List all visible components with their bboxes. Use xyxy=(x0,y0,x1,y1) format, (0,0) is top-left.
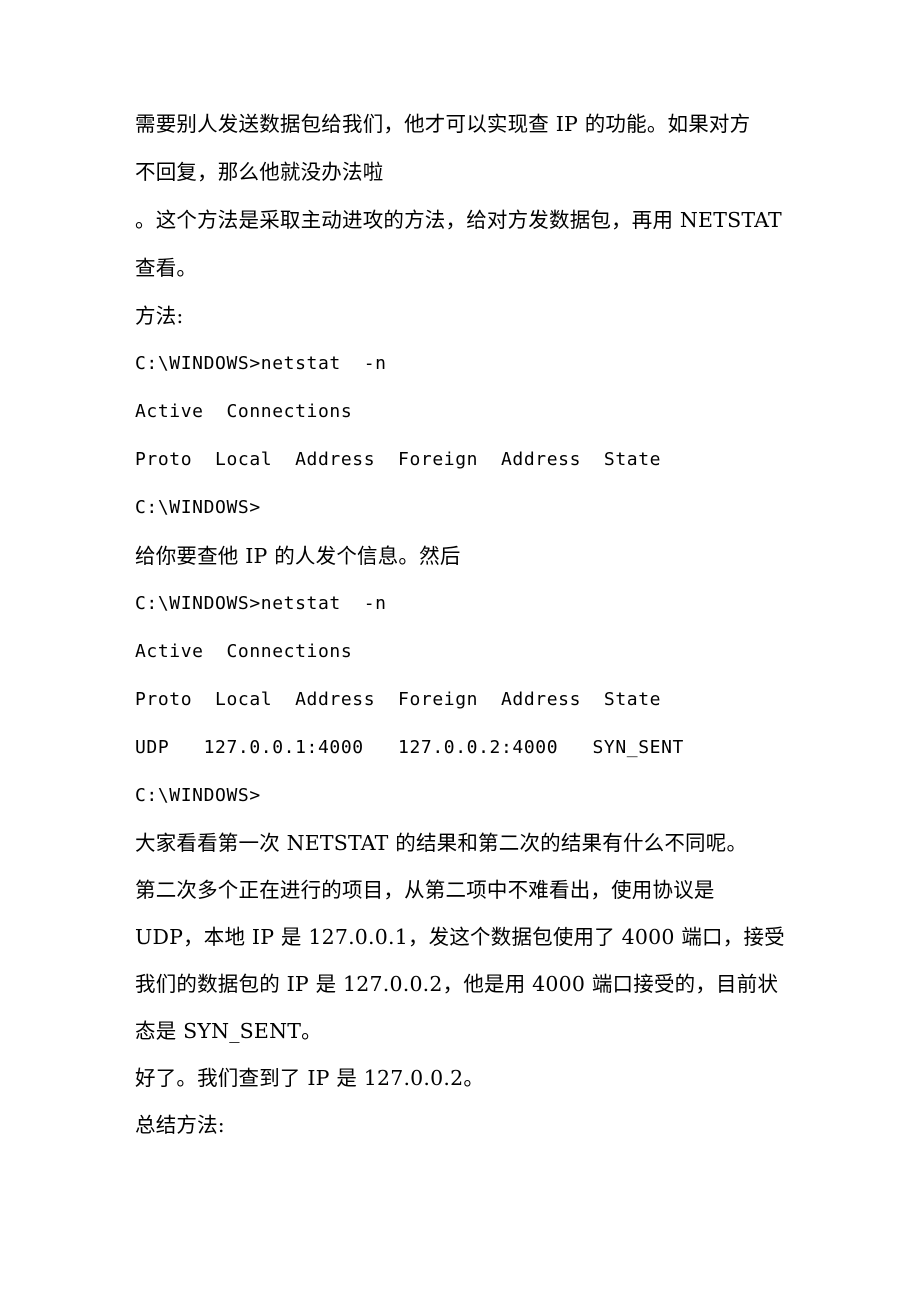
console-banner-line: Active Connections xyxy=(135,401,353,422)
summary-heading: 总结方法: xyxy=(135,1113,225,1137)
console-command-line: C:\WINDOWS>netstat -n xyxy=(135,353,387,374)
paragraph-line: 我们的数据包的 IP 是 127.0.0.2，他是用 4000 端口接受的，目前… xyxy=(135,972,779,996)
paragraph-line: 查看。 xyxy=(135,256,198,280)
paragraph-line: 态是 SYN_SENT。 xyxy=(135,1019,322,1043)
console-banner-line: Active Connections xyxy=(135,641,353,662)
paragraph-line: 第二次多个正在进行的项目，从第二项中不难看出，使用协议是 xyxy=(135,878,715,902)
paragraph-line: 需要别人发送数据包给我们，他才可以实现查 IP 的功能。如果对方 xyxy=(135,112,751,136)
paragraph-line: 不回复，那么他就没办法啦 xyxy=(135,160,384,184)
paragraph-line: 大家看看第一次 NETSTAT 的结果和第二次的结果有什么不同呢。 xyxy=(135,831,748,855)
paragraph-line: 给你要查他 IP 的人发个信息。然后 xyxy=(135,544,461,568)
console-connection-row: UDP 127.0.0.1:4000 127.0.0.2:4000 SYN_SE… xyxy=(135,737,684,758)
paragraph-line: 。这个方法是采取主动进攻的方法，给对方发数据包，再用 NETSTAT xyxy=(135,208,782,232)
console-prompt-line: C:\WINDOWS> xyxy=(135,785,261,806)
document-page: 需要别人发送数据包给我们，他才可以实现查 IP 的功能。如果对方 不回复，那么他… xyxy=(0,0,920,1302)
document-body: 需要别人发送数据包给我们，他才可以实现查 IP 的功能。如果对方 不回复，那么他… xyxy=(135,100,795,1149)
console-command-line: C:\WINDOWS>netstat -n xyxy=(135,593,387,614)
console-column-header-line: Proto Local Address Foreign Address Stat… xyxy=(135,449,662,470)
paragraph-line: 好了。我们查到了 IP 是 127.0.0.2。 xyxy=(135,1066,485,1090)
paragraph-line: UDP，本地 IP 是 127.0.0.1，发这个数据包使用了 4000 端口，… xyxy=(135,925,785,949)
console-column-header-line: Proto Local Address Foreign Address Stat… xyxy=(135,689,662,710)
console-prompt-line: C:\WINDOWS> xyxy=(135,497,261,518)
method-heading: 方法: xyxy=(135,304,184,328)
